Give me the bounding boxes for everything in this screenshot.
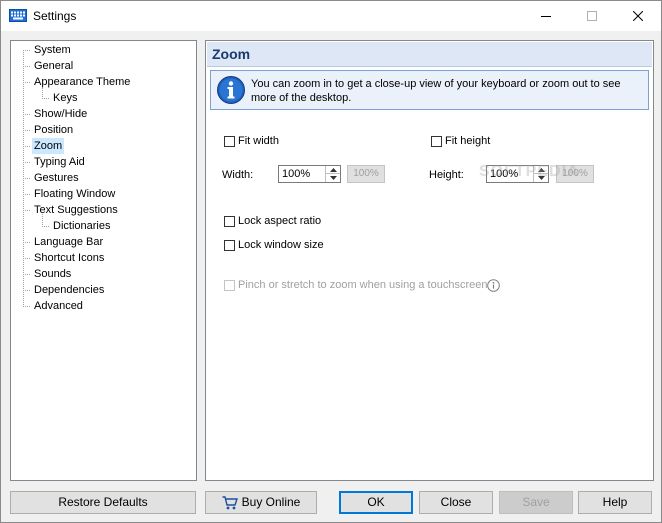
fit-height-checkbox[interactable] (431, 136, 442, 147)
help-info-icon[interactable] (487, 279, 500, 292)
tree-item-typing-aid[interactable]: Typing Aid (32, 154, 87, 170)
minimize-button[interactable] (523, 1, 569, 31)
tree-item-position[interactable]: Position (32, 122, 75, 138)
width-up-button[interactable] (326, 166, 340, 174)
arrow-up-icon (329, 167, 337, 172)
tree-item-advanced[interactable]: Advanced (32, 298, 85, 314)
info-box: You can zoom in to get a close-up view o… (210, 70, 649, 110)
height-label: Height: (429, 169, 464, 181)
shopping-cart-icon (222, 496, 238, 510)
tree-item-keys[interactable]: Keys (51, 90, 79, 106)
fit-height-label[interactable]: Fit height (445, 134, 490, 148)
info-icon (217, 76, 245, 104)
tree-item-system[interactable]: System (32, 42, 73, 58)
tree-item-general[interactable]: General (32, 58, 75, 74)
save-button[interactable]: Save (499, 491, 573, 514)
keyboard-icon (9, 9, 27, 22)
tree-item-language-bar[interactable]: Language Bar (32, 234, 105, 250)
pinch-zoom-checkbox[interactable] (224, 280, 235, 291)
info-text: You can zoom in to get a close-up view o… (251, 78, 621, 104)
lock-size-label[interactable]: Lock window size (238, 238, 324, 252)
tree-item-zoom[interactable]: Zoom (32, 138, 65, 154)
tree-item-shortcut-icons[interactable]: Shortcut Icons (32, 250, 106, 266)
watermark: SOFTPEDIA (479, 163, 580, 180)
lock-aspect-label[interactable]: Lock aspect ratio (238, 214, 321, 228)
buy-online-button[interactable]: Buy Online (205, 491, 317, 514)
pinch-zoom-label: Pinch or stretch to zoom when using a to… (238, 279, 488, 291)
tree-item-show-hide[interactable]: Show/Hide (32, 106, 89, 122)
width-label: Width: (222, 169, 254, 181)
close-button[interactable]: Close (419, 491, 493, 514)
help-button[interactable]: Help (578, 491, 652, 514)
width-spin-buttons (325, 166, 340, 182)
width-value[interactable]: 100% (282, 167, 310, 181)
close-window-button[interactable] (615, 1, 661, 31)
tree-item-sounds[interactable]: Sounds (32, 266, 73, 282)
width-down-button[interactable] (326, 174, 340, 182)
width-reset-button[interactable]: 100% (347, 165, 385, 183)
buy-online-label: Buy Online (241, 495, 301, 509)
arrow-down-icon (329, 176, 337, 180)
lock-aspect-checkbox[interactable] (224, 216, 235, 227)
lock-size-checkbox[interactable] (224, 240, 235, 251)
fit-width-label[interactable]: Fit width (238, 134, 279, 148)
tree-item-text-suggestions[interactable]: Text Suggestions (32, 202, 120, 218)
close-icon (633, 11, 643, 21)
settings-tree[interactable]: System General Appearance Theme Keys Show/Hi… (10, 40, 197, 481)
fit-width-checkbox[interactable] (224, 136, 235, 147)
tree-item-dependencies[interactable]: Dependencies (32, 282, 106, 298)
tree-item-gestures[interactable]: Gestures (32, 170, 81, 186)
tree-item-floating-window[interactable]: Floating Window (32, 186, 117, 202)
width-stepper[interactable]: 100% (278, 165, 341, 183)
minimize-icon (541, 16, 551, 17)
maximize-icon (587, 11, 597, 21)
window-title: Settings (33, 9, 77, 23)
maximize-button[interactable] (569, 1, 615, 31)
zoom-panel: Zoom You can zoom in to get a close-up v… (205, 40, 654, 481)
restore-defaults-button[interactable]: Restore Defaults (10, 491, 196, 514)
tree-item-dictionaries[interactable]: Dictionaries (51, 218, 112, 234)
page-title: Zoom (212, 46, 251, 62)
tree-item-appearance-theme[interactable]: Appearance Theme (32, 74, 132, 90)
panel-header: Zoom (207, 42, 652, 67)
ok-button[interactable]: OK (339, 491, 413, 514)
title-bar[interactable]: Settings (1, 1, 661, 31)
settings-window: Settings System General Appearance Theme Ke… (0, 0, 662, 523)
